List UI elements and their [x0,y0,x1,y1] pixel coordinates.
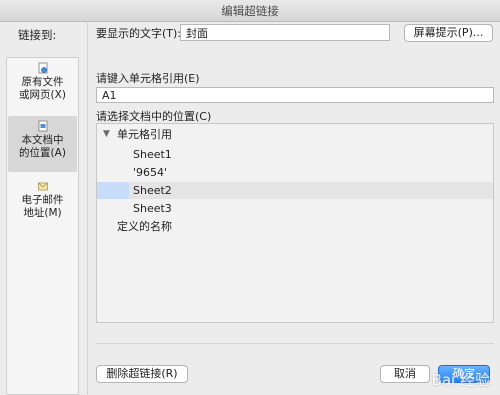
divider [96,343,494,344]
document-location-tree[interactable]: ▼ 单元格引用 Sheet1 '9654' Sheet2 Sheet3 定义的名… [96,123,494,323]
tree-item-sheet[interactable]: Sheet3 [97,200,493,217]
link-type-label: 原有文件 或网页(X) [19,76,66,101]
link-to-label: 链接到: [18,28,57,42]
envelope-icon [37,182,48,191]
location-label: 请选择文档中的位置(C) [96,110,212,123]
link-type-existing-file[interactable]: 原有文件 或网页(X) [8,58,77,114]
sheet-label: Sheet3 [133,202,172,215]
cell-reference-label: 请键入单元格引用(E) [96,72,200,85]
document-globe-icon [38,62,47,74]
edit-hyperlink-dialog: 编辑超链接 链接到: 原有文件 或网页(X) 本文档中 的位置(A) 电子邮件 … [0,0,500,395]
remove-link-button[interactable]: 删除超链接(R) [96,365,188,383]
caret-down-icon[interactable]: ▼ [103,126,110,143]
link-type-list: 原有文件 或网页(X) 本文档中 的位置(A) 电子邮件 地址(M) [6,57,79,395]
dialog-title: 编辑超链接 [0,0,500,22]
defined-names-label: 定义的名称 [117,220,172,233]
tree-group-cell-references[interactable]: ▼ 单元格引用 [97,126,493,143]
tree-item-sheet-selected[interactable]: Sheet2 [97,182,493,199]
tree-item-sheet[interactable]: Sheet1 [97,146,493,163]
link-to-sidebar: 链接到: 原有文件 或网页(X) 本文档中 的位置(A) 电子邮件 地址(M) [0,23,88,395]
sheet-label: Sheet2 [133,184,172,197]
link-type-place-in-document[interactable]: 本文档中 的位置(A) [8,116,77,172]
cancel-button[interactable]: 取消 [380,365,430,383]
cell-reference-input[interactable] [96,87,494,103]
tree-group-label: 单元格引用 [117,128,172,141]
watermark: Bai 经验 [431,371,490,389]
link-type-label: 本文档中 的位置(A) [19,134,66,159]
selection-highlight [97,182,129,199]
sheet-label: '9654' [133,166,168,179]
tree-item-sheet[interactable]: '9654' [97,164,493,181]
display-text-label: 要显示的文字(T): [96,27,182,40]
sheet-label: Sheet1 [133,148,172,161]
tree-group-defined-names[interactable]: 定义的名称 [97,218,493,235]
link-type-label: 电子邮件 地址(M) [21,194,64,219]
display-text-input[interactable] [180,24,390,41]
document-location-icon [38,120,47,132]
screen-tip-button[interactable]: 屏幕提示(P)... [404,24,493,42]
link-type-email-address[interactable]: 电子邮件 地址(M) [8,176,77,232]
main-panel: 要显示的文字(T): 屏幕提示(P)... 请键入单元格引用(E) 请选择文档中… [88,23,500,394]
